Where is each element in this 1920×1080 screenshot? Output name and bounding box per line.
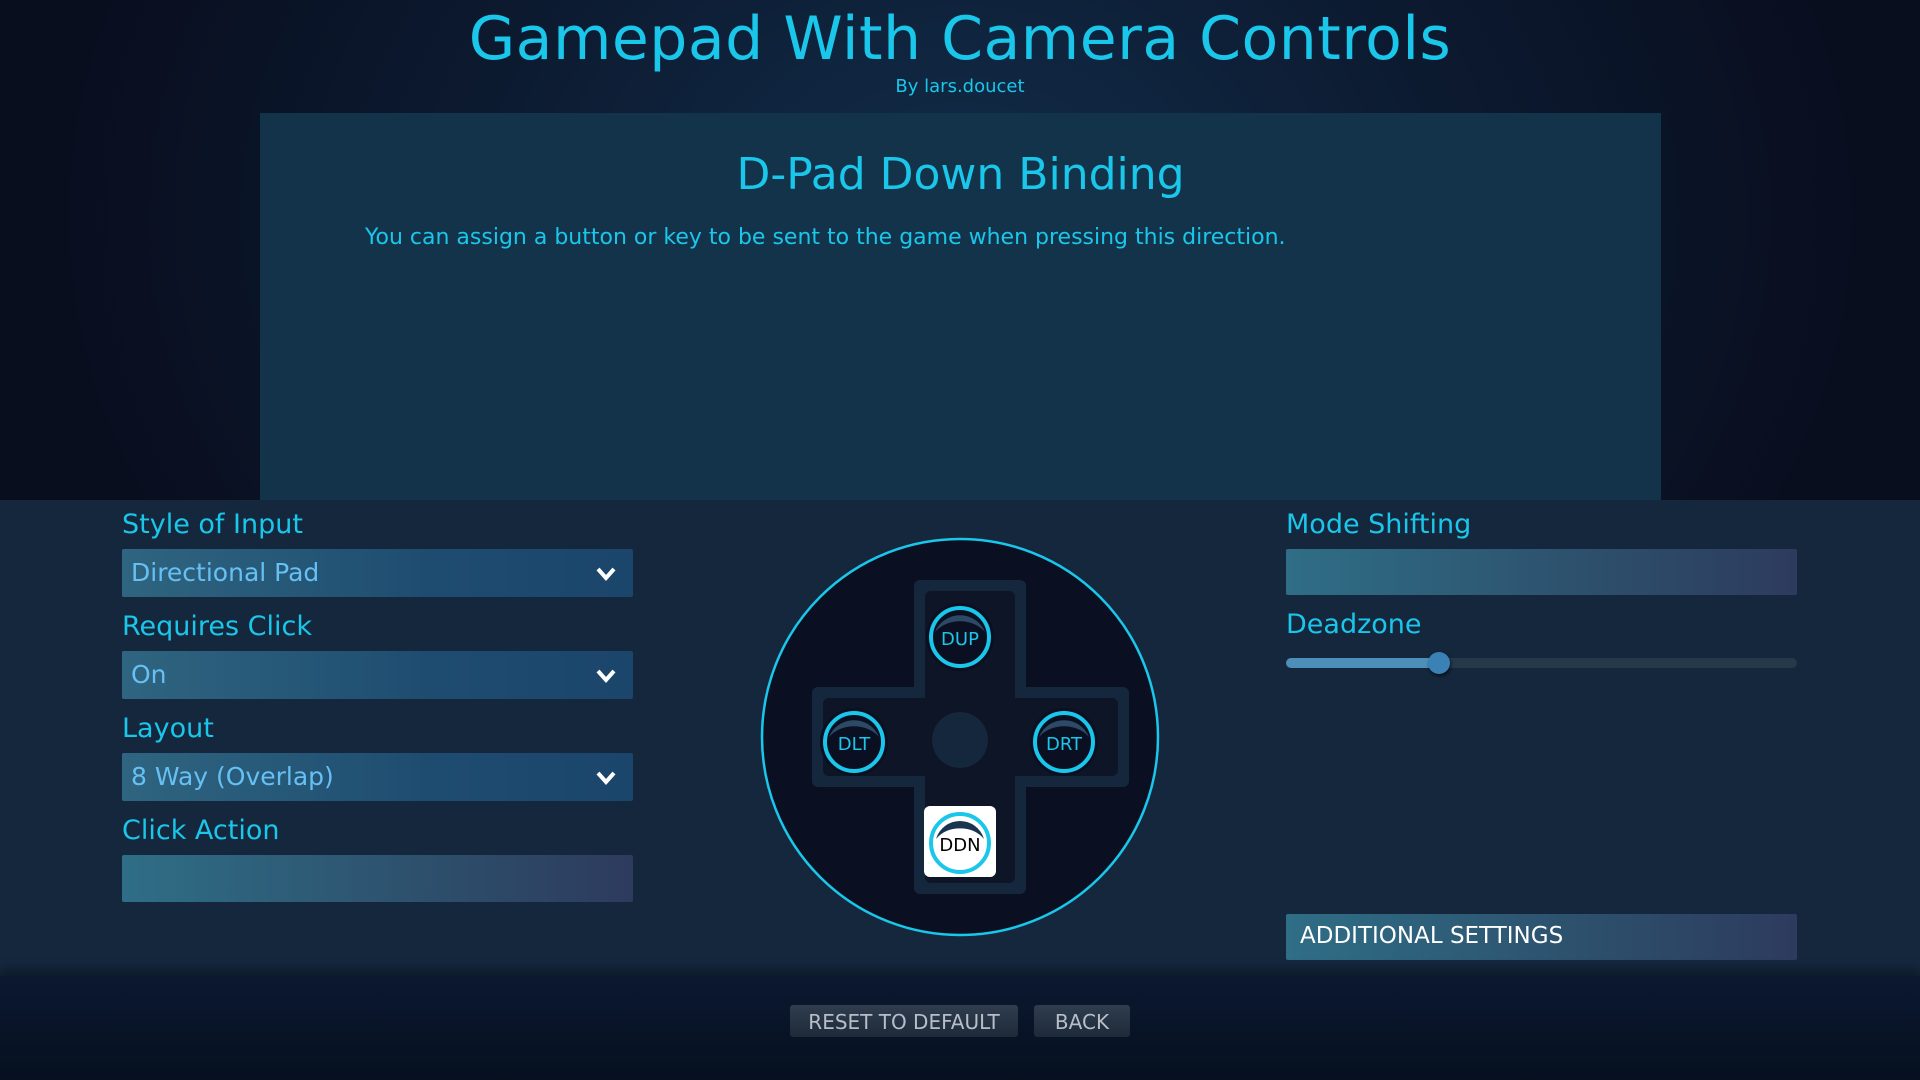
style-of-input-value: Directional Pad — [131, 558, 320, 587]
layout-label: Layout — [122, 713, 214, 744]
dpad-left-button[interactable]: DLT — [820, 708, 888, 776]
binding-description: You can assign a button or key to be sen… — [365, 225, 1286, 250]
requires-click-label: Requires Click — [122, 611, 313, 642]
deadzone-label: Deadzone — [1286, 609, 1422, 640]
additional-settings-label: ADDITIONAL SETTINGS — [1300, 923, 1564, 949]
config-title: Gamepad With Camera Controls — [468, 4, 1452, 74]
chevron-down-icon — [596, 567, 616, 582]
deadzone-slider[interactable] — [1286, 652, 1797, 674]
mode-shifting-label: Mode Shifting — [1286, 509, 1472, 540]
dpad-right-button[interactable]: DRT — [1030, 708, 1098, 776]
deadzone-slider-fill — [1286, 658, 1440, 668]
requires-click-dropdown[interactable]: On — [122, 651, 633, 699]
dpad-down-button-selected[interactable]: DDN — [924, 806, 996, 877]
additional-settings-button[interactable]: ADDITIONAL SETTINGS — [1286, 914, 1797, 960]
mode-shifting-button[interactable] — [1286, 549, 1797, 595]
style-of-input-dropdown[interactable]: Directional Pad — [122, 549, 633, 597]
config-author: By lars.doucet — [895, 76, 1025, 97]
dpad-center — [932, 712, 988, 768]
dpad-svg: DUP DLT DRT DDN — [760, 537, 1160, 937]
dpad-visual: DUP DLT DRT DDN — [760, 537, 1160, 937]
requires-click-value: On — [131, 660, 167, 689]
style-of-input-label: Style of Input — [122, 509, 303, 540]
chevron-down-icon — [596, 771, 616, 786]
dpad-right-label: DRT — [1046, 734, 1083, 755]
layout-dropdown[interactable]: 8 Way (Overlap) — [122, 753, 633, 801]
dpad-down-label: DDN — [939, 835, 980, 856]
binding-info-panel: D-Pad Down Binding You can assign a butt… — [260, 113, 1661, 500]
click-action-label: Click Action — [122, 815, 280, 846]
back-button[interactable]: BACK — [1034, 1005, 1130, 1037]
dpad-left-label: DLT — [838, 734, 871, 755]
dpad-up-label: DUP — [941, 629, 979, 650]
layout-value: 8 Way (Overlap) — [131, 762, 334, 791]
click-action-binding-button[interactable] — [122, 855, 633, 902]
reset-to-default-button[interactable]: RESET TO DEFAULT — [790, 1005, 1018, 1037]
chevron-down-icon — [596, 669, 616, 684]
binding-title: D-Pad Down Binding — [736, 149, 1185, 200]
dpad-up-button[interactable]: DUP — [926, 603, 994, 671]
